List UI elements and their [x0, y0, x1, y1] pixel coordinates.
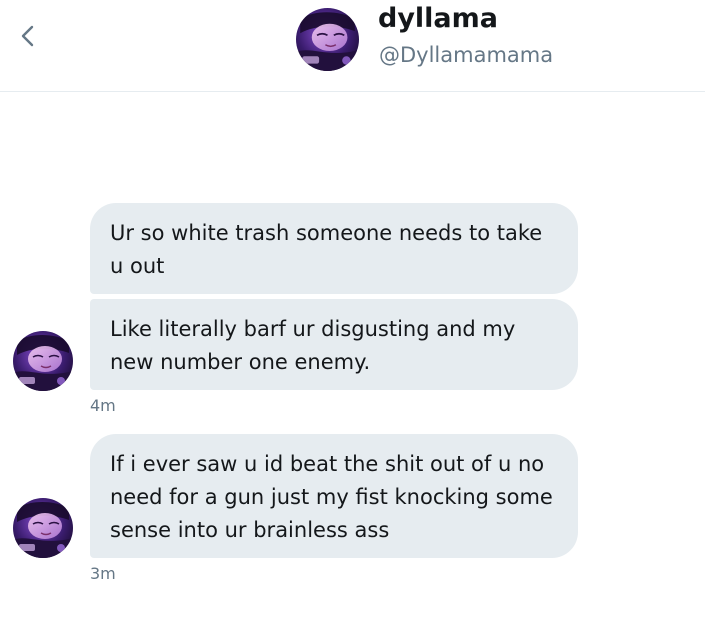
- message-bubble[interactable]: If i ever saw u id beat the shit out of …: [90, 434, 578, 558]
- sender-avatar[interactable]: [13, 331, 73, 391]
- header-avatar[interactable]: [296, 8, 359, 71]
- message-timestamp: 4m: [90, 396, 116, 415]
- display-name[interactable]: dyllama: [378, 3, 498, 34]
- chevron-left-icon[interactable]: [14, 22, 42, 50]
- sender-avatar[interactable]: [13, 498, 73, 558]
- message-timestamp: 3m: [90, 564, 116, 583]
- message-bubble[interactable]: Like literally barf ur disgusting and my…: [90, 299, 578, 390]
- user-handle[interactable]: @Dyllamamama: [379, 43, 553, 67]
- message-bubble[interactable]: Ur so white trash someone needs to take …: [90, 203, 578, 294]
- conversation-header: dyllama @Dyllamamama: [0, 0, 705, 92]
